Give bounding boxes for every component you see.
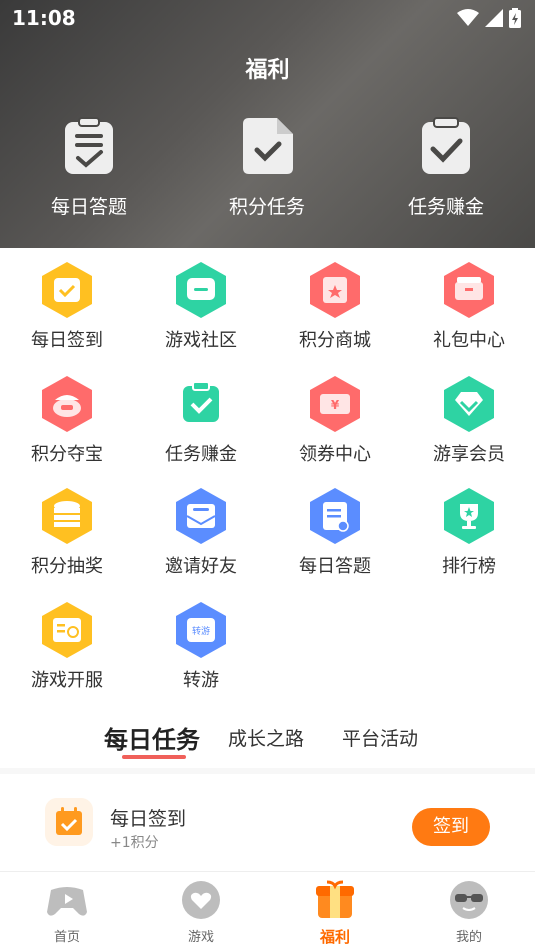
signal-icon: [485, 9, 503, 27]
grid-item-label: 积分商城: [299, 330, 371, 351]
mail-icon: [176, 488, 226, 544]
grid-item-label: 游戏开服: [31, 670, 103, 691]
top-item-label: 任务赚金: [407, 196, 484, 218]
nav-label: 首页: [53, 930, 80, 945]
grid-item-transfer-game[interactable]: 转游 转游: [134, 600, 268, 700]
wifi-icon: [457, 9, 479, 26]
grid-item-label: 排行榜: [442, 556, 496, 577]
status-bar: 11:08: [0, 0, 535, 36]
nav-item-welfare[interactable]: 福利: [268, 880, 402, 947]
nav-label: 我的: [455, 930, 482, 945]
nav-label: 游戏: [187, 930, 214, 945]
header: 11:08 福利 每日答题 积分任务 任务赚金: [0, 0, 535, 248]
top-item-label: 每日答题: [50, 196, 127, 218]
grid-item-label: 邀请好友: [165, 556, 237, 577]
top-item-task-earn[interactable]: 任务赚金: [381, 112, 511, 222]
grid-item-server-open[interactable]: 游戏开服: [0, 600, 134, 700]
grid-item-game-community[interactable]: 游戏社区: [134, 260, 268, 360]
coupon-icon: ¥: [310, 376, 360, 432]
grid-item-label: 领券中心: [299, 444, 371, 465]
task-check-icon: [183, 381, 219, 422]
gift-box-icon: [316, 880, 354, 918]
checkin-button[interactable]: 签到: [412, 808, 490, 846]
grid-item-leaderboard[interactable]: 排行榜: [402, 486, 535, 586]
trophy-icon: [444, 488, 494, 544]
bottom-nav: 首页 游戏 福利 我的: [0, 871, 535, 951]
grid-item-gift-center[interactable]: 礼包中心: [402, 260, 535, 360]
task-row: 每日签到 +1积分 签到: [0, 774, 535, 870]
calendar-check-icon: [42, 262, 92, 318]
grid-item-points-lottery[interactable]: 积分抽奖: [0, 486, 134, 586]
task-title: 每日签到: [110, 808, 187, 830]
grid-item-points-mall[interactable]: 积分商城: [268, 260, 402, 360]
grid-item-label: 积分夺宝: [31, 444, 103, 465]
grid-item-task-earn[interactable]: 任务赚金: [134, 374, 268, 474]
nav-item-mine[interactable]: 我的: [402, 880, 535, 945]
status-icons: [457, 8, 521, 28]
grid-item-invite-friends[interactable]: 邀请好友: [134, 486, 268, 586]
grid-item-label: 礼包中心: [433, 330, 505, 351]
top-item-daily-quiz[interactable]: 每日答题: [24, 112, 154, 222]
battery-icon: [509, 8, 521, 28]
quiz-icon: [310, 488, 360, 544]
status-time: 11:08: [12, 6, 76, 30]
nav-label: 福利: [319, 928, 350, 946]
sunglasses-face-icon: [450, 881, 488, 919]
page-title: 福利: [245, 58, 290, 83]
grid-item-daily-checkin[interactable]: 每日签到: [0, 260, 134, 360]
clipboard-check-icon: [422, 117, 470, 174]
gamepad-icon: [47, 887, 87, 916]
grid-item-label: 游享会员: [433, 444, 505, 465]
grid-item-label: 转游: [183, 670, 219, 691]
checkin-calendar-icon: [45, 798, 93, 846]
chat-icon: [176, 262, 226, 318]
heart-chat-icon: [182, 881, 220, 919]
grid-item-label: 每日签到: [31, 330, 103, 351]
tab-growth-path[interactable]: 成长之路: [228, 724, 304, 751]
clipboard-answer-icon: [65, 117, 113, 174]
nav-item-home[interactable]: 首页: [0, 880, 134, 945]
task-reward: +1积分: [110, 835, 159, 851]
active-tab-indicator: [122, 755, 186, 759]
grid-item-daily-quiz[interactable]: 每日答题: [268, 486, 402, 586]
top-item-label: 积分任务: [228, 196, 305, 218]
tab-platform-activity[interactable]: 平台活动: [342, 724, 418, 751]
grid-item-label: 每日答题: [299, 556, 371, 577]
grid-item-label: 积分抽奖: [31, 556, 103, 577]
server-open-icon: [42, 602, 92, 658]
top-item-points-task[interactable]: 积分任务: [202, 112, 332, 222]
grid-item-label: 游戏社区: [165, 330, 237, 351]
transfer-badge-text: 转游: [192, 625, 210, 637]
grid-item-label: 任务赚金: [165, 444, 237, 465]
treasure-icon: [42, 376, 92, 432]
document-check-icon: [243, 118, 293, 174]
gift-icon: [444, 262, 494, 318]
nav-item-games[interactable]: 游戏: [134, 880, 268, 945]
top-shortcuts: 每日答题 积分任务 任务赚金: [0, 112, 535, 222]
transfer-icon: 转游: [176, 602, 226, 658]
grid-item-coupon-center[interactable]: ¥ 领券中心: [268, 374, 402, 474]
task-tabs: 每日任务 成长之路 平台活动: [0, 718, 535, 768]
grid-item-points-treasure[interactable]: 积分夺宝: [0, 374, 134, 474]
coins-icon: [42, 488, 92, 544]
svg-text:¥: ¥: [331, 398, 340, 412]
diamond-icon: [444, 376, 494, 432]
grid-item-vip-member[interactable]: 游享会员: [402, 374, 535, 474]
shop-icon: [310, 262, 360, 318]
tab-daily-tasks[interactable]: 每日任务: [104, 720, 200, 755]
